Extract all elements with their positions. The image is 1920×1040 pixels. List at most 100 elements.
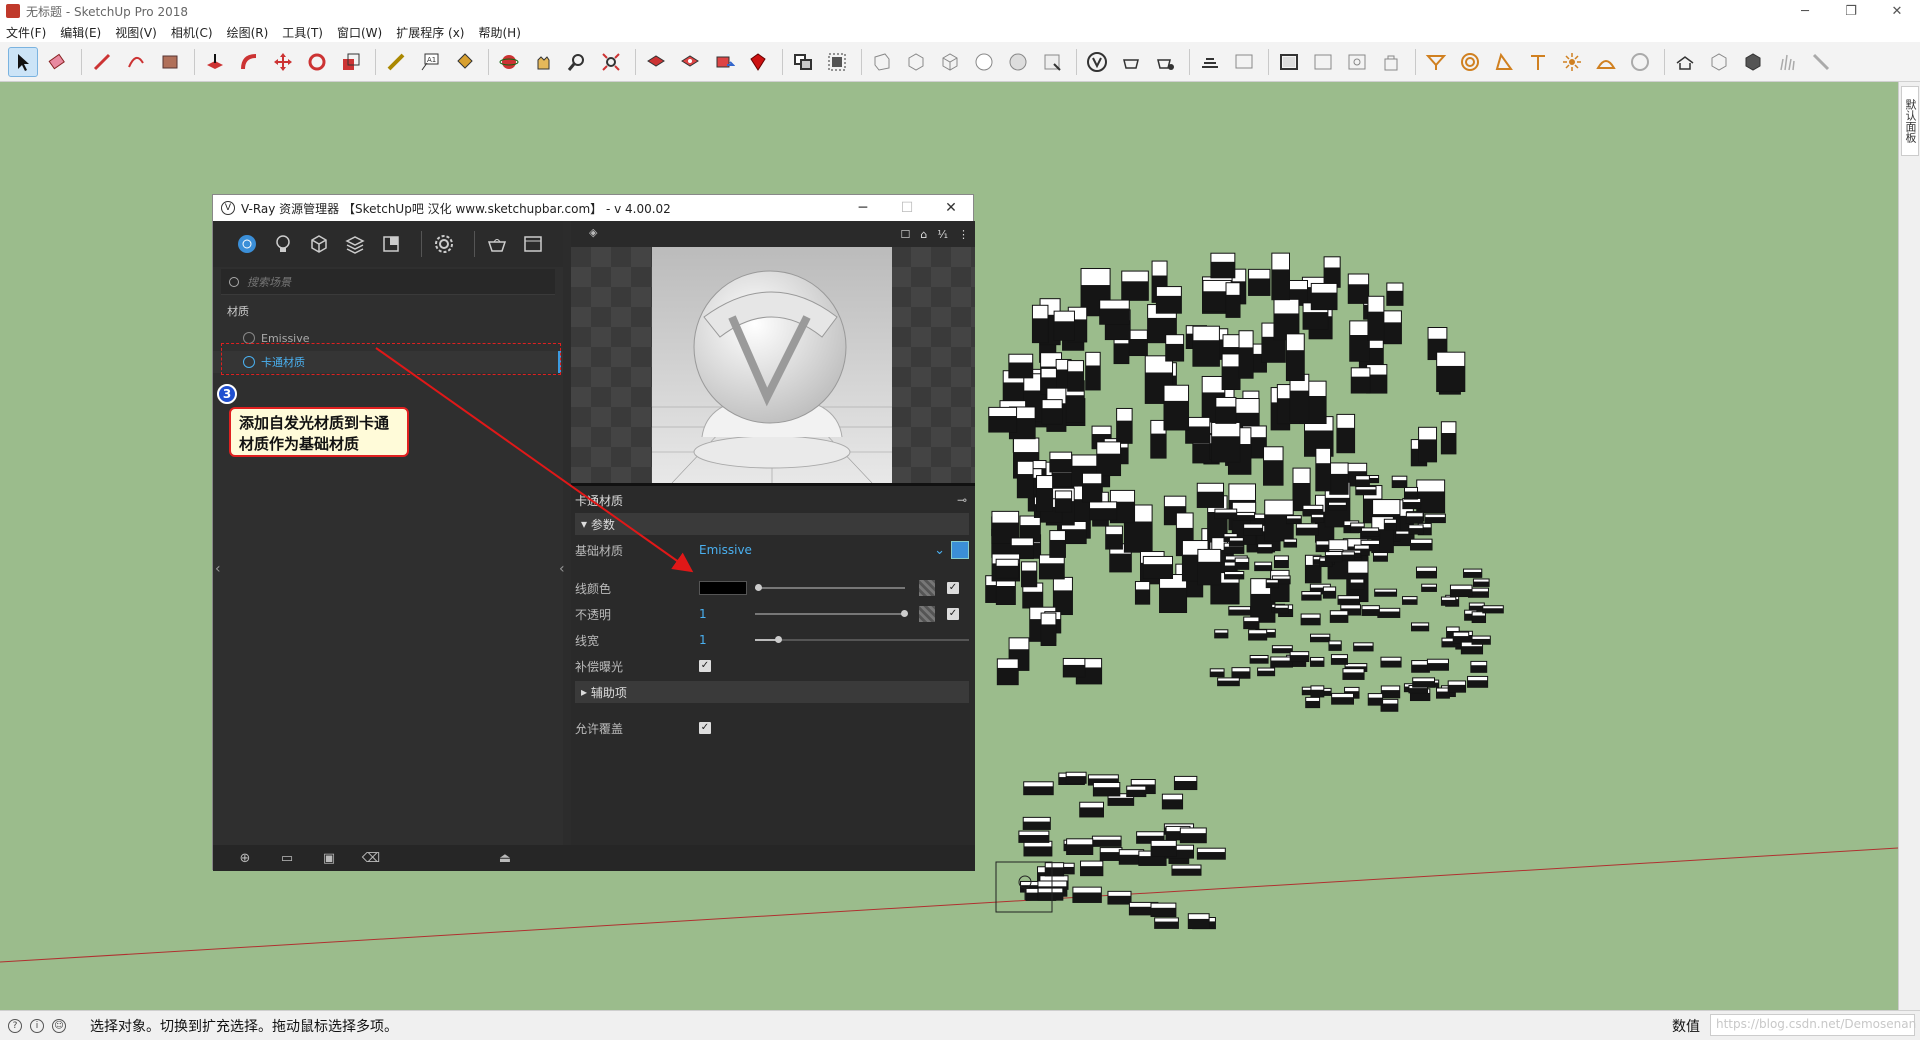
geo-location-icon[interactable]: ?	[8, 1018, 22, 1033]
maximize-button[interactable]: ❐	[1828, 0, 1874, 22]
frame-buffer-icon[interactable]	[519, 230, 547, 258]
move-tool-icon[interactable]	[268, 47, 298, 77]
sphere-light-icon[interactable]	[1421, 47, 1451, 77]
brush-icon[interactable]	[1806, 47, 1836, 77]
render-elements-category-icon[interactable]	[341, 230, 369, 258]
mesh-light-icon[interactable]	[1523, 47, 1553, 77]
back-edges-icon[interactable]	[901, 47, 931, 77]
groups-icon[interactable]	[822, 47, 852, 77]
tape-measure-icon[interactable]	[381, 47, 411, 77]
line-color-checkbox[interactable]: ✓	[947, 582, 959, 594]
line-color-swatch[interactable]	[699, 581, 747, 595]
opacity-slider[interactable]	[755, 613, 905, 615]
opacity-slider-knob[interactable]	[901, 610, 908, 617]
params-section-header[interactable]: ▾ 参数	[575, 513, 969, 535]
chevron-down-icon[interactable]: ⌄	[934, 543, 945, 558]
opacity-checkbox[interactable]: ✓	[947, 608, 959, 620]
hidden-line-icon[interactable]	[969, 47, 999, 77]
menu-tools[interactable]: 工具(T)	[282, 24, 323, 41]
settings-gear-icon[interactable]	[430, 230, 458, 258]
select-tool-icon[interactable]	[8, 46, 38, 77]
line-width-slider-knob[interactable]	[775, 636, 782, 643]
menu-help[interactable]: 帮助(H)	[478, 24, 520, 41]
arc-tool-icon[interactable]	[121, 47, 151, 77]
texture-slot-icon[interactable]	[919, 580, 935, 596]
export-proxy-icon[interactable]	[1670, 47, 1700, 77]
render-teapot-icon[interactable]	[483, 230, 511, 258]
zoom-extents-icon[interactable]	[596, 47, 626, 77]
preview-square-icon[interactable]: ☐	[900, 228, 910, 241]
menu-extensions[interactable]: 扩展程序 (x)	[396, 24, 464, 41]
spot-light-icon[interactable]	[1455, 47, 1485, 77]
wireframe-icon[interactable]	[935, 47, 965, 77]
line-width-slider[interactable]	[755, 639, 969, 641]
extension-warehouse-icon[interactable]	[675, 47, 705, 77]
preview-scale-icon[interactable]: ¹⁄₁	[937, 228, 948, 241]
dome-light-icon[interactable]	[1376, 47, 1406, 77]
vray-logo-icon[interactable]	[1082, 47, 1112, 77]
share-model-icon[interactable]	[709, 47, 739, 77]
rectangle-tool-icon[interactable]	[155, 47, 185, 77]
omni-light-icon[interactable]	[1489, 47, 1519, 77]
vray-interactive-icon[interactable]	[1150, 47, 1180, 77]
open-folder-icon[interactable]: ▭	[277, 848, 297, 868]
orbit-icon[interactable]	[494, 47, 524, 77]
fur-icon[interactable]	[1704, 47, 1734, 77]
push-pull-icon[interactable]	[200, 47, 230, 77]
vray-render-icon[interactable]	[1274, 47, 1304, 77]
text-tool-icon[interactable]: A1	[415, 47, 445, 77]
preview-more-icon[interactable]: ⋮	[958, 228, 969, 241]
vray-teapot-icon[interactable]	[1116, 47, 1146, 77]
default-tray-tab[interactable]: 默认面板	[1901, 86, 1919, 156]
aux-section-header[interactable]: ▸ 辅助项	[575, 681, 969, 703]
close-button[interactable]: ✕	[1874, 0, 1920, 22]
vray-batch-icon[interactable]	[1308, 47, 1338, 77]
credits-icon[interactable]: i	[30, 1018, 44, 1033]
line-color-slider-knob[interactable]	[755, 584, 762, 591]
purge-icon[interactable]: ⏏	[495, 848, 515, 868]
collapse-left-icon[interactable]: ‹	[215, 561, 221, 577]
collapse-right-icon[interactable]: ‹	[559, 561, 565, 577]
preview-toggle-icon[interactable]: ◈	[589, 226, 597, 239]
ruby-icon[interactable]	[743, 47, 773, 77]
pin-icon[interactable]: ⊸	[957, 493, 967, 507]
line-width-value[interactable]: 1	[699, 633, 707, 647]
opacity-value[interactable]: 1	[699, 607, 707, 621]
paint-bucket-icon[interactable]	[449, 47, 479, 77]
ies-light-icon[interactable]	[1557, 47, 1587, 77]
warehouse-icon[interactable]	[641, 47, 671, 77]
menu-edit[interactable]: 编辑(E)	[60, 24, 101, 41]
user-account-icon[interactable]: ☺	[52, 1018, 66, 1033]
rotate-tool-icon[interactable]	[302, 47, 332, 77]
clipper-icon[interactable]	[1738, 47, 1768, 77]
eraser-tool-icon[interactable]	[42, 47, 72, 77]
preview-teapot-icon[interactable]: ⌂	[920, 228, 927, 241]
vray-minimize-button[interactable]: ─	[841, 195, 885, 221]
menu-camera[interactable]: 相机(C)	[171, 24, 213, 41]
line-color-slider[interactable]	[755, 587, 905, 589]
compensate-exposure-checkbox[interactable]: ✓	[699, 660, 711, 672]
pencil-line-icon[interactable]	[87, 47, 117, 77]
infinite-plane-icon[interactable]	[1591, 47, 1621, 77]
delete-icon[interactable]: ⌫	[361, 848, 381, 868]
follow-me-icon[interactable]	[234, 47, 264, 77]
base-material-select[interactable]: Emissive	[699, 543, 752, 557]
xray-icon[interactable]	[867, 47, 897, 77]
textures-category-icon[interactable]	[377, 230, 405, 258]
preview-divider[interactable]	[571, 483, 975, 486]
menu-draw[interactable]: 绘图(R)	[227, 24, 269, 41]
components-icon[interactable]	[788, 47, 818, 77]
menu-window[interactable]: 窗口(W)	[337, 24, 382, 41]
section-icon[interactable]	[1342, 47, 1372, 77]
material-pick-icon[interactable]	[951, 541, 969, 559]
menu-file[interactable]: 文件(F)	[6, 24, 46, 41]
allow-override-checkbox[interactable]: ✓	[699, 722, 711, 734]
material-search-input[interactable]: 搜索场景	[221, 269, 555, 295]
minimize-button[interactable]: ─	[1782, 0, 1828, 22]
add-material-icon[interactable]: ⊕	[235, 848, 255, 868]
save-icon[interactable]: ▣	[319, 848, 339, 868]
texture-slot-icon[interactable]	[919, 606, 935, 622]
proxy-icon[interactable]	[1625, 47, 1655, 77]
scale-tool-icon[interactable]	[336, 47, 366, 77]
zoom-icon[interactable]	[562, 47, 592, 77]
